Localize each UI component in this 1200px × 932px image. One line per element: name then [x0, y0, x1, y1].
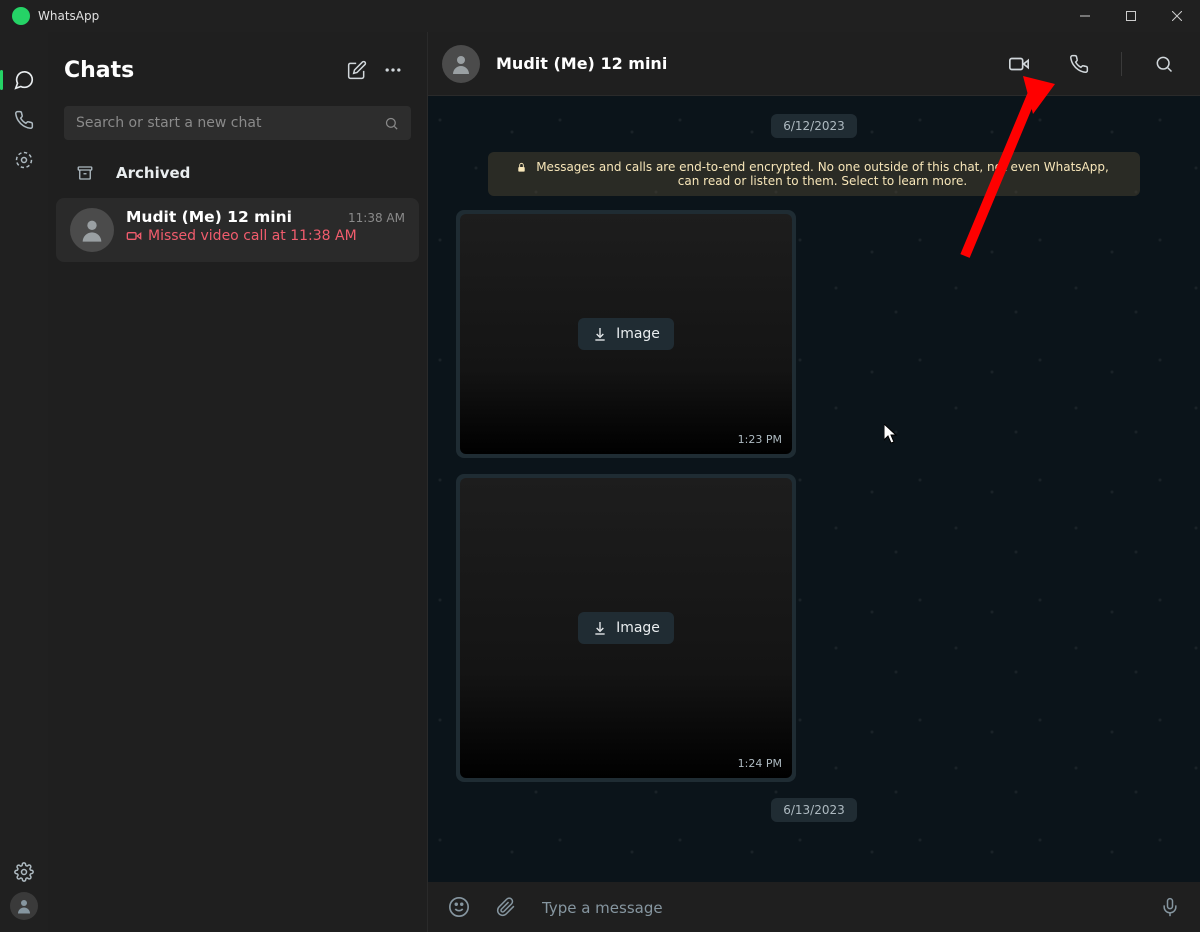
nav-calls[interactable]	[0, 100, 48, 140]
encryption-notice[interactable]: Messages and calls are end-to-end encryp…	[488, 152, 1140, 196]
encryption-text: Messages and calls are end-to-end encryp…	[533, 160, 1112, 188]
voice-call-button[interactable]	[1057, 42, 1101, 86]
chat-list-item[interactable]: Mudit (Me) 12 mini 11:38 AM Missed video…	[56, 198, 419, 262]
archive-icon	[76, 164, 94, 182]
message-bubble[interactable]: Image 1:23 PM	[456, 210, 796, 458]
search-bar[interactable]	[64, 106, 411, 140]
message-area[interactable]: 6/12/2023 Messages and calls are end-to-…	[428, 96, 1200, 882]
archived-label: Archived	[116, 164, 190, 182]
message-time: 1:23 PM	[738, 433, 782, 446]
conversation-header: Mudit (Me) 12 mini	[428, 32, 1200, 96]
nav-profile[interactable]	[10, 892, 38, 920]
minimize-button[interactable]	[1062, 0, 1108, 32]
missed-video-icon	[126, 228, 142, 244]
nav-status[interactable]	[0, 140, 48, 180]
archived-row[interactable]: Archived	[48, 150, 427, 196]
message-bubble[interactable]: Image 1:24 PM	[456, 474, 796, 782]
app-title: WhatsApp	[38, 9, 99, 23]
nav-settings[interactable]	[0, 852, 48, 892]
chat-item-name: Mudit (Me) 12 mini	[126, 208, 292, 226]
search-input[interactable]	[76, 115, 376, 131]
new-chat-button[interactable]	[339, 52, 375, 88]
message-input[interactable]	[542, 899, 1134, 917]
avatar[interactable]	[442, 45, 480, 83]
titlebar: WhatsApp	[0, 0, 1200, 32]
download-label: Image	[616, 620, 660, 636]
panel-menu-button[interactable]	[375, 52, 411, 88]
conversation-pane: Mudit (Me) 12 mini 6/12/2023 Messages an…	[428, 32, 1200, 932]
date-separator: 6/12/2023	[771, 114, 857, 138]
mic-button[interactable]	[1160, 897, 1180, 917]
download-icon	[592, 620, 608, 636]
chat-item-subtitle: Missed video call at 11:38 AM	[148, 228, 357, 244]
chats-panel: Chats Archived	[48, 32, 428, 932]
video-call-button[interactable]	[997, 42, 1041, 86]
search-icon	[384, 116, 399, 131]
avatar	[70, 208, 114, 252]
contact-name[interactable]: Mudit (Me) 12 mini	[496, 54, 981, 73]
compose-bar	[428, 882, 1200, 932]
app-logo	[12, 7, 30, 25]
emoji-button[interactable]	[448, 896, 470, 918]
image-placeholder[interactable]: Image 1:24 PM	[460, 478, 792, 778]
nav-rail	[0, 32, 48, 932]
image-placeholder[interactable]: Image 1:23 PM	[460, 214, 792, 454]
chat-item-time: 11:38 AM	[348, 211, 405, 225]
download-image-button[interactable]: Image	[578, 612, 674, 644]
message-time: 1:24 PM	[738, 757, 782, 770]
separator	[1121, 52, 1122, 76]
lock-icon	[516, 162, 527, 173]
close-button[interactable]	[1154, 0, 1200, 32]
maximize-button[interactable]	[1108, 0, 1154, 32]
download-icon	[592, 326, 608, 342]
download-label: Image	[616, 326, 660, 342]
download-image-button[interactable]: Image	[578, 318, 674, 350]
panel-title: Chats	[64, 58, 339, 83]
date-separator: 6/13/2023	[771, 798, 857, 822]
search-in-chat-button[interactable]	[1142, 42, 1186, 86]
attach-button[interactable]	[496, 897, 516, 917]
nav-chats[interactable]	[0, 60, 48, 100]
